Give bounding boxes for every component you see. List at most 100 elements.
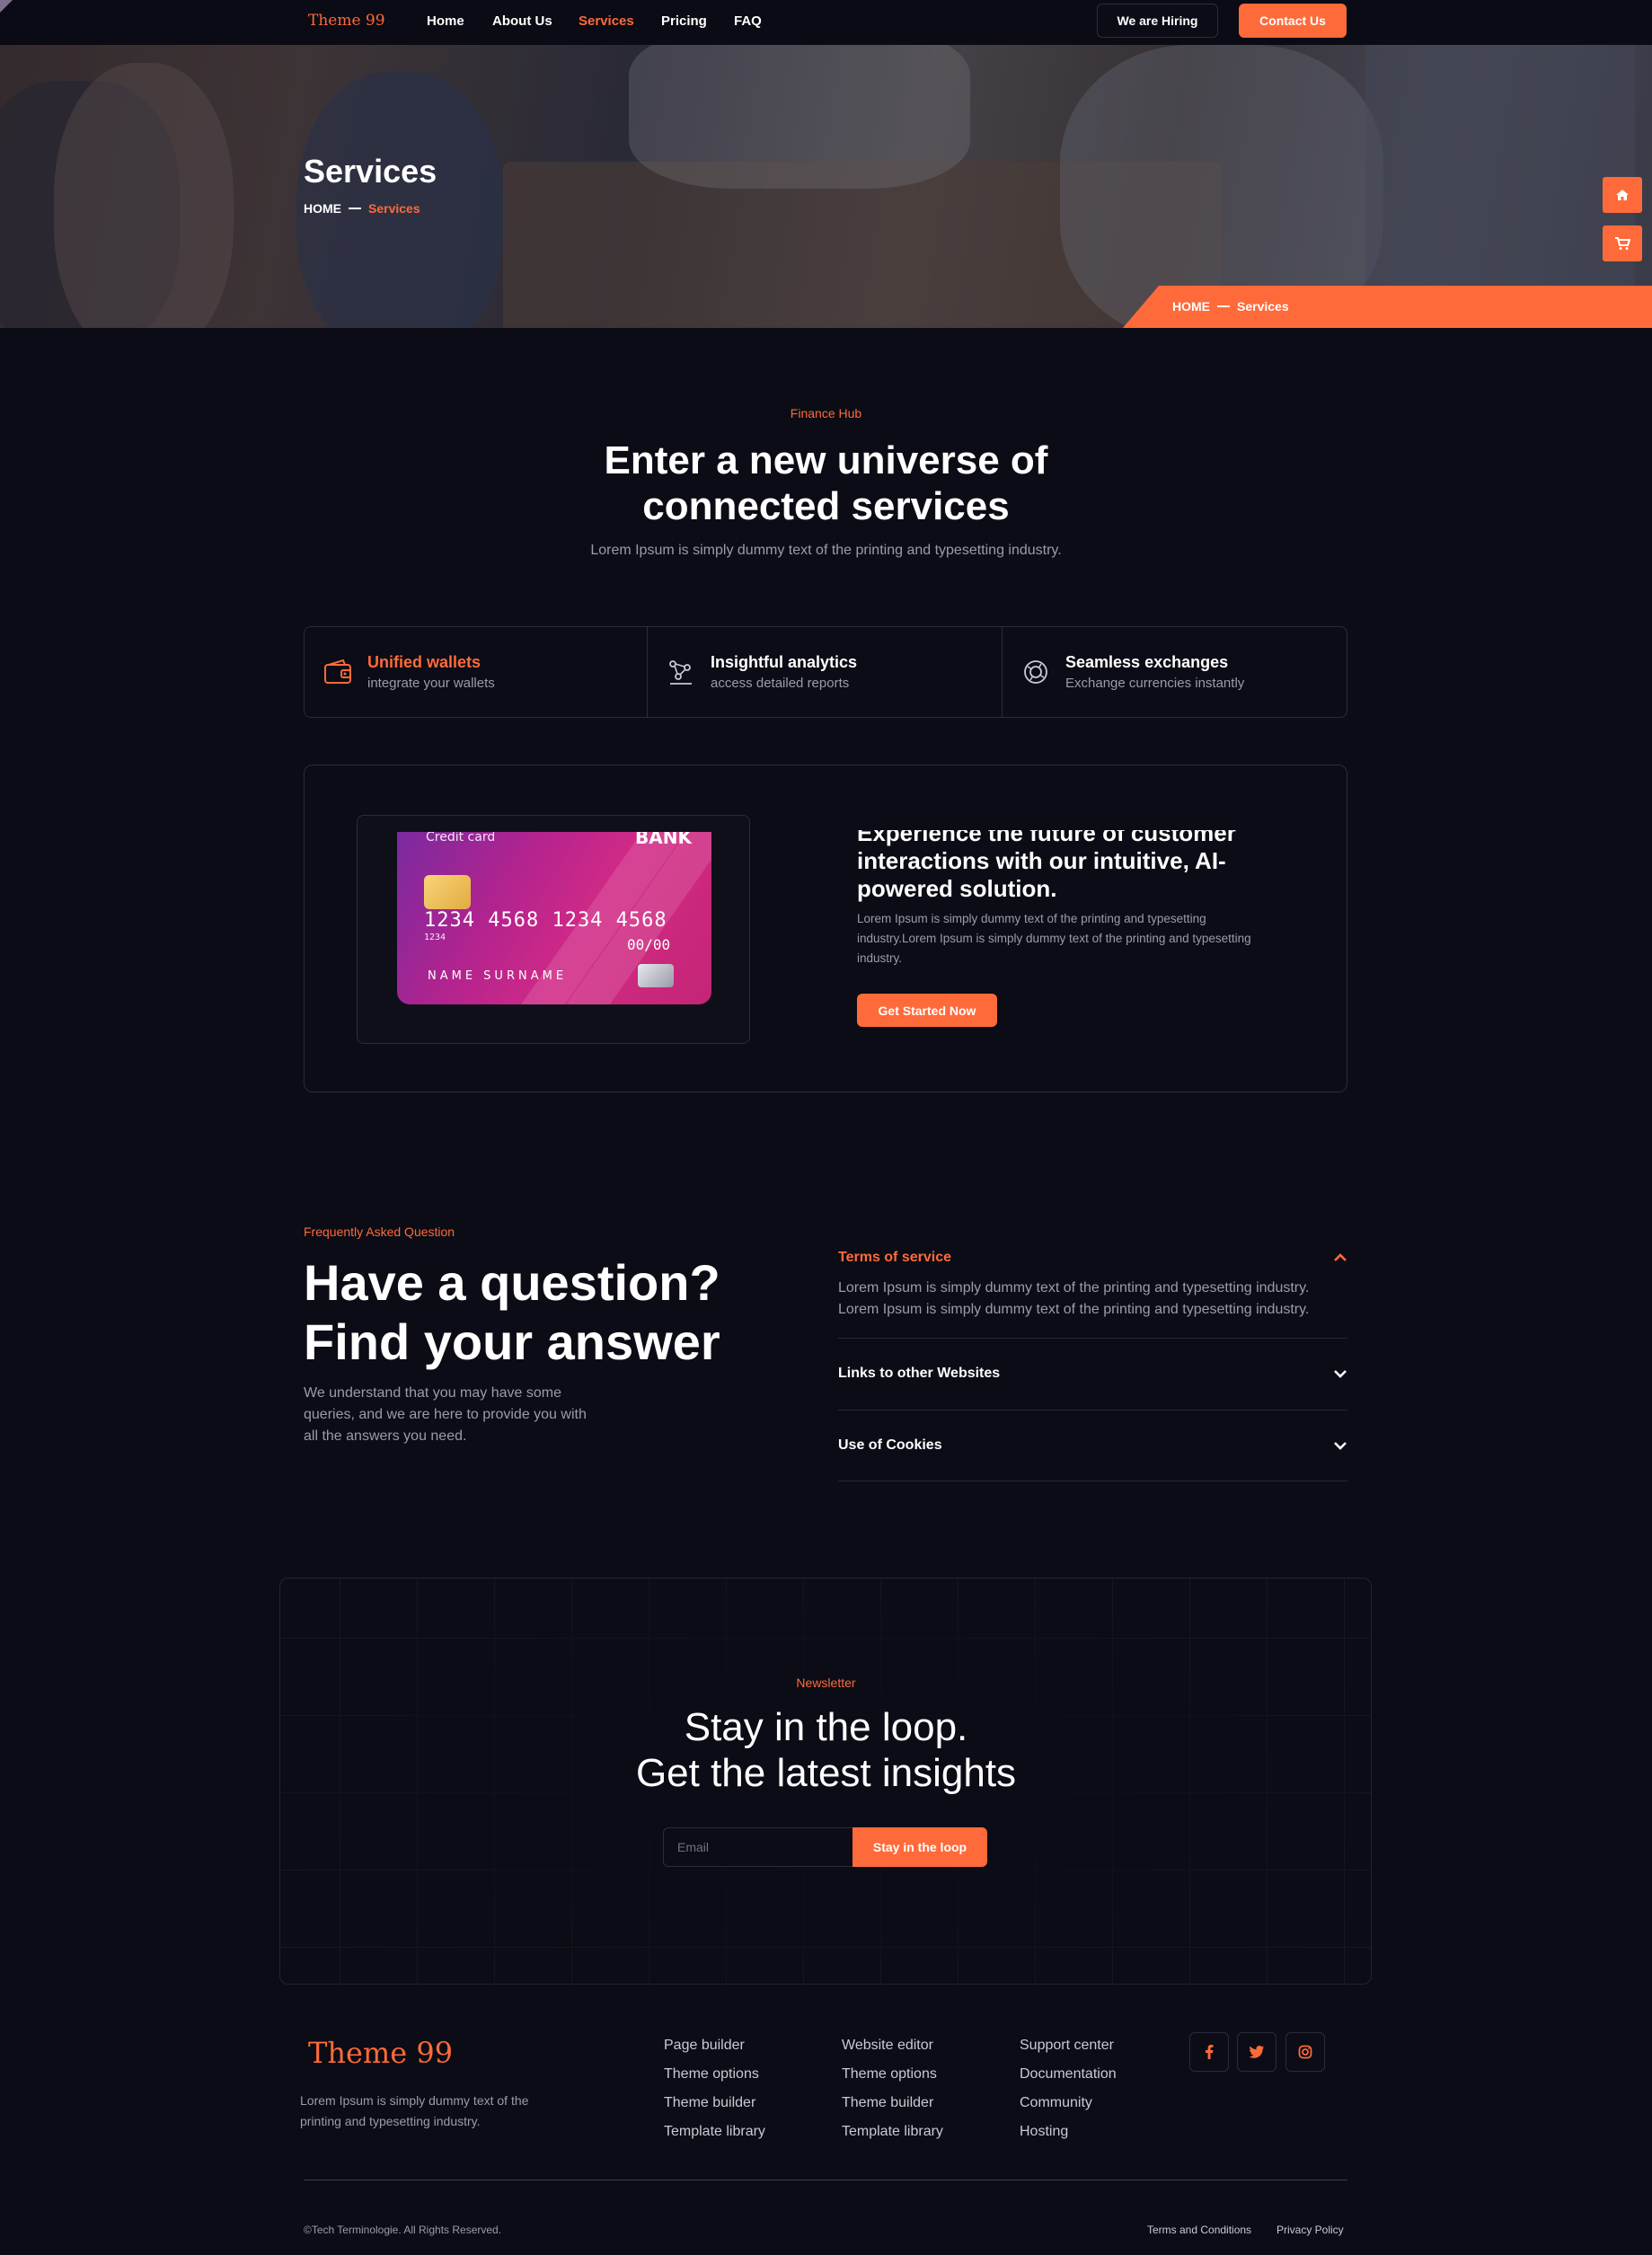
intro-eyebrow: Finance Hub <box>790 406 862 420</box>
card-number: 1234 4568 1234 4568 <box>424 909 667 932</box>
intro-title-line1: Enter a new universe of <box>604 438 1048 482</box>
promo-card: Credit card BANK 1234 4568 1234 4568 123… <box>304 765 1347 1092</box>
promo-text: Lorem Ipsum is simply dummy text of the … <box>857 912 1251 965</box>
faq-title-line1: Have a question? <box>304 1254 720 1311</box>
accordion-links-to-other-websites[interactable]: Links to other Websites <box>838 1360 1347 1387</box>
feature-title: Unified wallets <box>367 653 481 671</box>
we-are-hiring-button[interactable]: We are Hiring <box>1097 4 1218 38</box>
nav-link-home[interactable]: Home <box>427 13 464 29</box>
intro-title-line2: connected services <box>642 484 1010 528</box>
footer-link[interactable]: Community <box>1020 2095 1117 2124</box>
hologram-icon <box>638 964 674 987</box>
top-navigation: Theme 99 Home About Us Services Pricing … <box>0 0 1652 45</box>
faq-title: Have a question? Find your answer <box>304 1253 720 1372</box>
side-cart-button[interactable] <box>1603 226 1642 261</box>
wallet-icon <box>322 657 353 687</box>
copyright: ©Tech Terminologie. All Rights Reserved. <box>304 2224 502 2236</box>
breadcrumb-separator <box>349 208 361 209</box>
card-name: NAME SURNAME <box>428 969 568 983</box>
footer-link[interactable]: Documentation <box>1020 2066 1117 2095</box>
footer-link[interactable]: Theme builder <box>842 2095 943 2124</box>
accordion-terms-of-service[interactable]: Terms of service <box>838 1244 1347 1271</box>
feature-subtitle: access detailed reports <box>711 676 850 691</box>
card-expiry: 00/00 <box>627 936 671 953</box>
instagram-button[interactable] <box>1285 2032 1325 2072</box>
card-number-small: 1234 <box>424 933 446 942</box>
newsletter-title-line2: Get the latest insights <box>635 1751 1017 1795</box>
faq-eyebrow: Frequently Asked Question <box>304 1225 455 1239</box>
accordion-question: Links to other Websites <box>838 1366 1001 1381</box>
footer-link[interactable]: Theme options <box>842 2066 943 2095</box>
chevron-down-icon <box>1334 1442 1347 1450</box>
feature-subtitle: integrate your wallets <box>367 676 495 691</box>
accordion-question: Terms of service <box>838 1250 951 1265</box>
band-breadcrumb-current: Services <box>1237 299 1289 314</box>
footer-column-1: Page builder Theme options Theme builder… <box>664 2038 765 2153</box>
footer-column-3: Support center Documentation Community H… <box>1020 2038 1117 2153</box>
facebook-icon <box>1206 2045 1214 2059</box>
chevron-up-icon <box>1334 1253 1347 1261</box>
footer-link[interactable]: Page builder <box>664 2038 765 2066</box>
intro-subtitle: Lorem Ipsum is simply dummy text of the … <box>590 543 1062 558</box>
facebook-button[interactable] <box>1189 2032 1229 2072</box>
email-input[interactable] <box>663 1827 853 1867</box>
promo-title-wrapper: Experience the future of customer intera… <box>857 830 1252 906</box>
footer-link[interactable]: Website editor <box>842 2038 943 2066</box>
footer-link[interactable]: Theme builder <box>664 2095 765 2124</box>
footer-column-2: Website editor Theme options Theme build… <box>842 2038 943 2153</box>
band-breadcrumb-separator <box>1217 305 1230 307</box>
page-title: Services <box>304 153 437 190</box>
feature-subtitle: Exchange currencies instantly <box>1065 676 1245 691</box>
get-started-button[interactable]: Get Started Now <box>857 994 997 1027</box>
chip-icon <box>424 875 471 909</box>
nav-link-about[interactable]: About Us <box>492 13 552 29</box>
nav-link-pricing[interactable]: Pricing <box>661 13 707 29</box>
footer-link[interactable]: Theme options <box>664 2066 765 2095</box>
footer-description: Lorem Ipsum is simply dummy text of the … <box>300 2093 529 2128</box>
privacy-link[interactable]: Privacy Policy <box>1277 2224 1344 2236</box>
feature-title: Seamless exchanges <box>1065 653 1229 671</box>
features-strip: Unified wallets integrate your wallets I… <box>304 626 1347 718</box>
cart-icon <box>1615 237 1630 250</box>
breadcrumb-home[interactable]: HOME <box>304 201 341 216</box>
footer-link[interactable]: Hosting <box>1020 2124 1117 2153</box>
stay-in-the-loop-button[interactable]: Stay in the loop <box>853 1827 987 1867</box>
feature-seamless-exchanges[interactable]: Seamless exchanges Exchange currencies i… <box>1002 627 1347 717</box>
logo[interactable]: Theme 99 <box>308 12 385 30</box>
twitter-button[interactable] <box>1237 2032 1277 2072</box>
exchange-icon <box>1020 657 1051 687</box>
card-frame: Credit card BANK 1234 4568 1234 4568 123… <box>357 815 750 1044</box>
faq-subtitle: We understand that you may have some que… <box>304 1385 587 1444</box>
card-bank: BANK <box>635 832 692 848</box>
footer-link[interactable]: Template library <box>664 2124 765 2153</box>
feature-insightful-analytics[interactable]: Insightful analytics access detailed rep… <box>647 627 1002 717</box>
promo-title: Experience the future of customer intera… <box>857 830 1236 902</box>
corner-mark <box>0 0 13 13</box>
faq-title-line2: Find your answer <box>304 1313 720 1370</box>
newsletter-title-line1: Stay in the loop. <box>684 1705 968 1749</box>
breadcrumb: HOME Services <box>304 201 420 216</box>
terms-link[interactable]: Terms and Conditions <box>1147 2224 1251 2236</box>
footer-link[interactable]: Support center <box>1020 2038 1117 2066</box>
footer-link[interactable]: Template library <box>842 2124 943 2153</box>
nav-link-services[interactable]: Services <box>579 13 634 29</box>
side-home-button[interactable] <box>1603 177 1642 213</box>
breadcrumb-current: Services <box>368 201 420 216</box>
accordion-use-of-cookies[interactable]: Use of Cookies <box>838 1432 1347 1459</box>
card-label: Credit card <box>426 832 496 845</box>
twitter-icon <box>1250 2046 1264 2058</box>
nav-link-faq[interactable]: FAQ <box>734 13 762 29</box>
hero-banner <box>0 45 1652 328</box>
footer-logo[interactable]: Theme 99 <box>308 2036 453 2070</box>
newsletter-title: Stay in the loop. Get the latest insight… <box>0 1704 1652 1796</box>
feature-unified-wallets[interactable]: Unified wallets integrate your wallets <box>305 627 647 717</box>
accordion-divider <box>838 1338 1347 1339</box>
contact-us-button[interactable]: Contact Us <box>1239 4 1347 38</box>
hero-overlay <box>0 45 1652 328</box>
feature-title: Insightful analytics <box>711 653 858 671</box>
band-breadcrumb-home[interactable]: HOME <box>1172 299 1210 314</box>
intro-title: Enter a new universe of connected servic… <box>0 438 1652 529</box>
accordion-answer: Lorem Ipsum is simply dummy text of the … <box>838 1280 1310 1317</box>
chevron-down-icon <box>1334 1370 1347 1378</box>
accordion-question: Use of Cookies <box>838 1437 942 1453</box>
